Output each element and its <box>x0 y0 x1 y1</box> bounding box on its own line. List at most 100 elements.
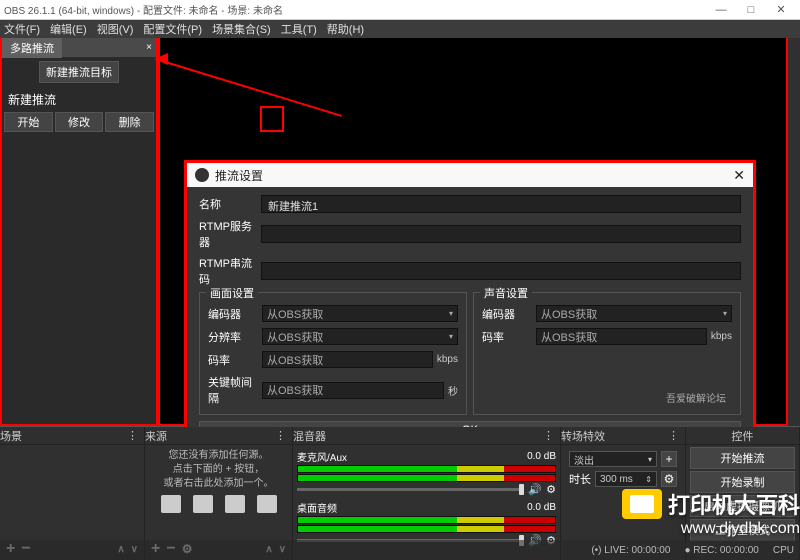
level-meter <box>297 525 556 533</box>
new-stream-target-button[interactable]: 新建推流目标 <box>39 61 119 83</box>
name-field[interactable]: 新建推流1 <box>261 195 741 213</box>
channel-name: 桌面音频 <box>297 500 337 515</box>
video-legend: 画面设置 <box>206 285 258 301</box>
video-bitrate-unit: kbps <box>437 354 458 365</box>
sources-list[interactable]: 您还没有添加任何源。 点击下面的 + 按钮， 或者右击此处添加一个。 <box>145 445 292 538</box>
audio-legend: 声音设置 <box>480 285 532 301</box>
maximize-button[interactable]: □ <box>736 4 766 16</box>
sources-hint: 您还没有添加任何源。 点击下面的 + 按钮， 或者右击此处添加一个。 <box>149 449 288 491</box>
volume-slider[interactable] <box>297 488 524 491</box>
menu-file[interactable]: 文件(F) <box>4 21 40 37</box>
audio-settings-group: 声音设置 编码器 从OBS获取▾ 码率 从OBS获取 kbps <box>473 292 741 415</box>
menu-help[interactable]: 帮助(H) <box>327 21 364 37</box>
audio-bitrate-label: 码率 <box>482 329 536 345</box>
start-virtual-cam-button[interactable]: 启动虚拟摄像机 <box>690 495 795 517</box>
level-meter <box>297 465 556 473</box>
sources-header: 来源 <box>145 428 167 444</box>
chevron-down-icon: ▾ <box>449 309 453 318</box>
stream-item-label[interactable]: 新建推流 <box>2 87 156 112</box>
window-title: OBS 26.1.1 (64-bit, windows) - 配置文件: 未命名… <box>4 2 706 17</box>
workspace: 多路推流 × 新建推流目标 新建推流 开始 修改 删除 推流设置 ✕ 名称 <box>0 38 800 426</box>
rtmp-key-field[interactable] <box>261 262 741 280</box>
scenes-header: 场景 <box>0 428 22 444</box>
channel-db: 0.0 dB <box>527 502 556 513</box>
dialog-title: 推流设置 <box>215 167 263 184</box>
window-titlebar: OBS 26.1.1 (64-bit, windows) - 配置文件: 未命名… <box>0 0 800 20</box>
level-meter <box>297 516 556 524</box>
delete-button[interactable]: 删除 <box>105 112 154 132</box>
panel-menu-icon[interactable]: ⋮ <box>269 429 292 442</box>
speaker-icon[interactable]: 🔊 <box>528 483 542 496</box>
tab-close-icon[interactable]: × <box>142 42 156 53</box>
channel-name: 麦克风/Aux <box>297 449 347 464</box>
resolution-label: 分辨率 <box>208 329 262 345</box>
transition-settings-button[interactable]: ⚙ <box>661 471 677 487</box>
rec-indicator: ● REC: 00:00:00 <box>684 545 758 556</box>
panel-menu-icon[interactable]: ⋮ <box>121 429 144 442</box>
audio-bitrate-unit: kbps <box>711 331 732 342</box>
panel-menu-icon[interactable]: ⋮ <box>537 429 560 442</box>
annotation-arrowhead <box>154 53 168 65</box>
rtmp-server-field[interactable] <box>261 225 741 243</box>
keyframe-label: 关键帧间隔 <box>208 374 262 406</box>
duration-field[interactable]: 300 ms⇕ <box>595 471 657 487</box>
stream-settings-dialog: 推流设置 ✕ 名称 新建推流1 RTMP服务器 RTMP串流码 <box>184 160 756 470</box>
mixer-channel: 麦克风/Aux0.0 dB 🔊⚙ <box>297 449 556 496</box>
edit-button[interactable]: 修改 <box>55 112 104 132</box>
audio-encoder-label: 编码器 <box>482 306 536 322</box>
preview-area[interactable]: 推流设置 ✕ 名称 新建推流1 RTMP服务器 RTMP串流码 <box>158 38 788 426</box>
tab-row: 多路推流 × <box>2 38 156 57</box>
close-button[interactable]: ✕ <box>766 3 796 16</box>
duration-label: 时长 <box>569 471 591 487</box>
level-meter <box>297 474 556 482</box>
obs-icon <box>195 168 209 182</box>
start-recording-button[interactable]: 开始录制 <box>690 471 795 493</box>
rtmp-server-label: RTMP服务器 <box>199 218 261 250</box>
keyframe-unit: 秒 <box>448 383 458 398</box>
resolution-select[interactable]: 从OBS获取▾ <box>262 328 458 345</box>
controls-header: 控件 <box>732 428 754 444</box>
video-bitrate-field[interactable]: 从OBS获取 <box>262 351 433 368</box>
name-label: 名称 <box>199 196 261 212</box>
menu-tools[interactable]: 工具(T) <box>281 21 317 37</box>
transition-add-button[interactable]: + <box>661 451 677 467</box>
channel-settings-icon[interactable]: ⚙ <box>546 483 556 496</box>
audio-bitrate-field[interactable]: 从OBS获取 <box>536 328 707 345</box>
dialog-body: 名称 新建推流1 RTMP服务器 RTMP串流码 画面设置 编码器 <box>187 187 753 443</box>
video-settings-group: 画面设置 编码器 从OBS获取▾ 分辨率 从OBS获取▾ 码率 从OBS获取 <box>199 292 467 415</box>
tab-multistream[interactable]: 多路推流 <box>2 38 62 58</box>
display-source-icon <box>193 495 213 513</box>
start-streaming-button[interactable]: 开始推流 <box>690 447 795 469</box>
menu-scene-collection[interactable]: 场景集合(S) <box>212 21 271 37</box>
studio-mode-button[interactable]: 工作室模式 <box>690 519 795 541</box>
audio-encoder-select[interactable]: 从OBS获取▾ <box>536 305 732 322</box>
annotation-box <box>260 106 284 132</box>
rtmp-key-label: RTMP串流码 <box>199 255 261 287</box>
chevron-down-icon: ▾ <box>723 309 727 318</box>
menu-profile[interactable]: 配置文件(P) <box>143 21 202 37</box>
stream-actions: 开始 修改 删除 <box>2 112 156 132</box>
mixer-header: 混音器 <box>293 428 326 444</box>
globe-source-icon <box>225 495 245 513</box>
minimize-button[interactable]: — <box>706 4 736 16</box>
dialog-close-button[interactable]: ✕ <box>733 167 745 184</box>
image-source-icon <box>161 495 181 513</box>
panel-menu-icon[interactable]: ⋮ <box>662 429 685 442</box>
transition-select[interactable]: 淡出▾ <box>569 451 657 467</box>
chevron-down-icon: ▾ <box>648 455 652 464</box>
video-encoder-select[interactable]: 从OBS获取▾ <box>262 305 458 322</box>
cpu-indicator: CPU <box>773 545 794 556</box>
video-encoder-label: 编码器 <box>208 306 262 322</box>
chevron-down-icon: ▾ <box>449 332 453 341</box>
menu-edit[interactable]: 编辑(E) <box>50 21 87 37</box>
source-type-icons <box>149 495 288 513</box>
multi-stream-panel: 多路推流 × 新建推流目标 新建推流 开始 修改 删除 <box>0 38 158 426</box>
new-target-row: 新建推流目标 <box>2 57 156 87</box>
menu-view[interactable]: 视图(V) <box>97 21 134 37</box>
start-button[interactable]: 开始 <box>4 112 53 132</box>
scenes-list[interactable] <box>0 445 144 538</box>
keyframe-field[interactable]: 从OBS获取 <box>262 382 444 399</box>
camera-source-icon <box>257 495 277 513</box>
dialog-titlebar[interactable]: 推流设置 ✕ <box>187 163 753 187</box>
menubar: 文件(F) 编辑(E) 视图(V) 配置文件(P) 场景集合(S) 工具(T) … <box>0 20 800 38</box>
